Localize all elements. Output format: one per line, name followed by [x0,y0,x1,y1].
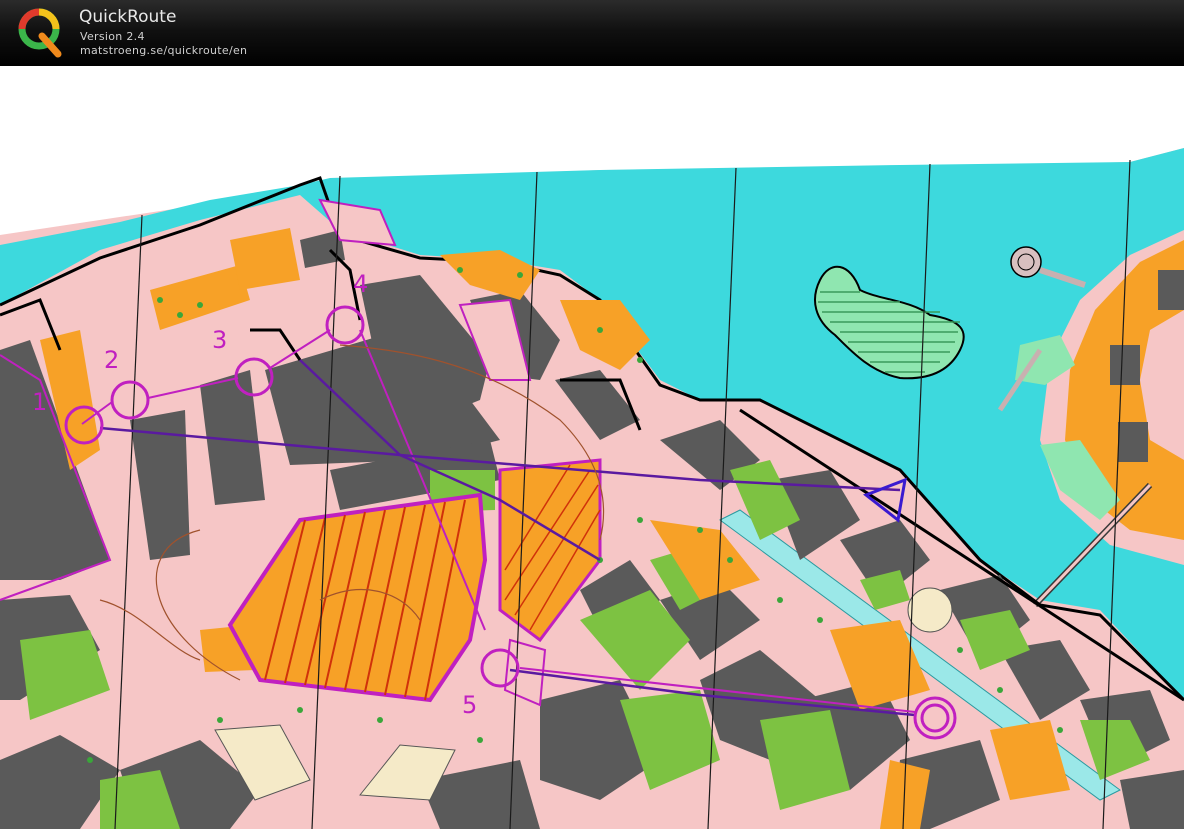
app-version: Version 2.4 [80,30,145,43]
control-number-3: 3 [212,326,227,354]
orienteering-map[interactable]: 1 2 3 4 5 [0,66,1184,829]
fortress-building [1110,345,1140,385]
control-number-5: 5 [462,691,477,719]
tower [1010,246,1042,278]
control-number-1: 1 [32,388,47,416]
open-sand [907,587,953,633]
app-title: QuickRoute [79,7,177,27]
control-number-2: 2 [104,346,119,374]
title-bar: QuickRoute Version 2.4 matstroeng.se/qui… [0,0,1184,66]
map-canvas[interactable]: 1 2 3 4 5 [0,66,1184,829]
control-number-4: 4 [353,270,368,298]
fortress-building [1118,422,1148,462]
app-url: matstroeng.se/quickroute/en [80,44,248,57]
quickroute-q-logo-icon [18,8,62,58]
fortress-building [1158,270,1184,310]
